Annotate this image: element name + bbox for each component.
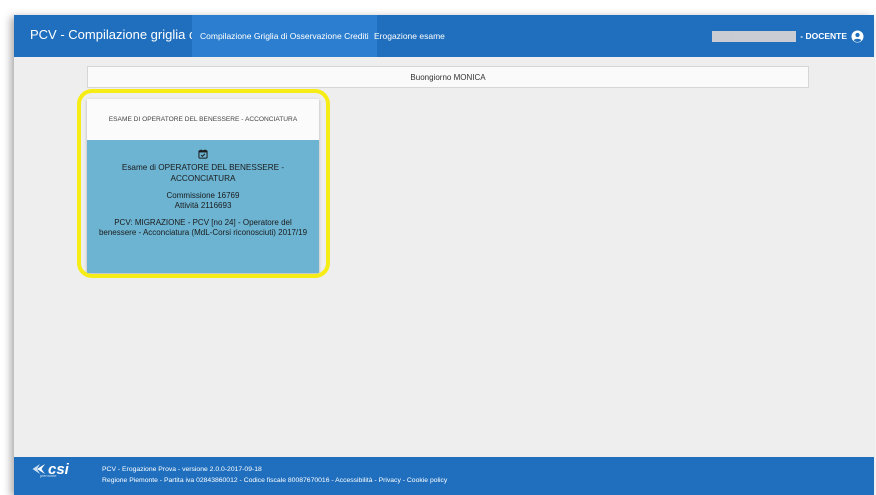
csi-logo-subtitle: piemonte: [40, 473, 57, 478]
user-menu[interactable]: MONICA BOTTALICO - DOCENTE: [712, 15, 864, 57]
user-role: - DOCENTE: [800, 31, 847, 41]
user-name-redacted: MONICA BOTTALICO: [712, 30, 797, 42]
nav-link-erogazione-esame[interactable]: Erogazione esame: [366, 15, 453, 57]
footer: csi piemonte PCV - Erogazione Prova - ve…: [14, 457, 874, 495]
footer-legal[interactable]: Regione Piemonte - Partita iva 028438600…: [102, 477, 447, 484]
highlight-circle: [77, 89, 330, 278]
top-navbar: PCV - Compilazione griglia crediti Compi…: [14, 15, 874, 57]
user-circle-icon: [851, 29, 864, 43]
footer-version: PCV - Erogazione Prova - versione 2.0.0-…: [102, 466, 262, 473]
app-window: PCV - Compilazione griglia crediti Compi…: [14, 15, 874, 495]
nav-link-compilazione-griglia[interactable]: Compilazione Griglia di Osservazione Cre…: [192, 15, 377, 57]
greeting-banner: Buongiorno MONICA: [87, 66, 809, 88]
